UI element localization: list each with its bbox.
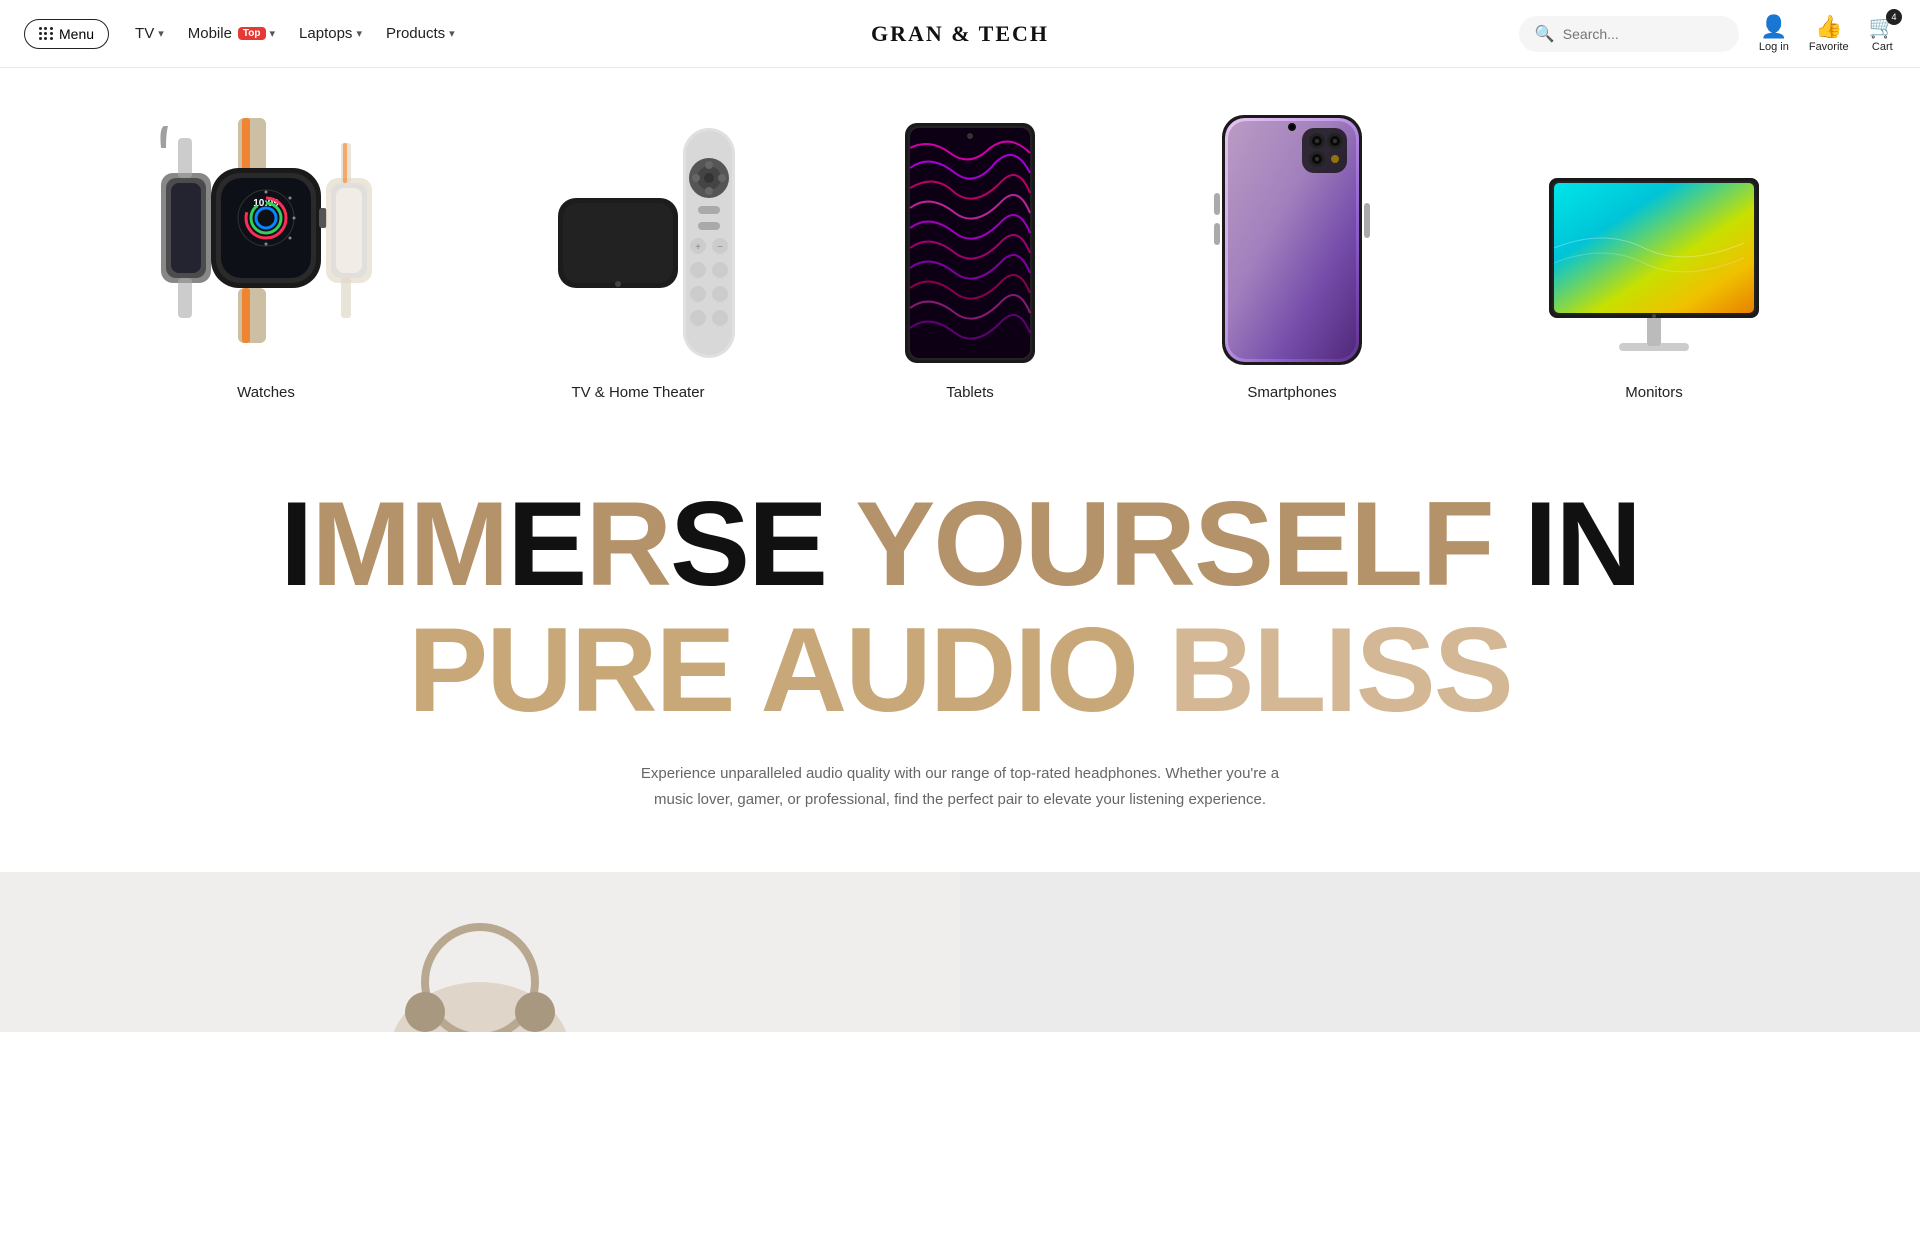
login-button[interactable]: 👤 Log in (1759, 14, 1789, 53)
hero-line2: PURE AUDIO BLISS (40, 607, 1880, 733)
phone-image (1192, 108, 1392, 368)
category-monitors[interactable]: Monitors (1544, 108, 1764, 401)
nav-tv-label: TV (135, 25, 154, 42)
mobile-badge: Top (238, 27, 266, 40)
nav-laptops-label: Laptops (299, 25, 352, 42)
nav-mobile-label: Mobile (188, 25, 232, 42)
search-box[interactable]: 🔍 (1519, 16, 1739, 52)
user-icon: 👤 (1760, 14, 1787, 40)
nav-right: 🔍 👤 Log in 👍 Favorite 🛒 4 Cart (1519, 14, 1896, 53)
category-watches[interactable]: 10:09 (156, 108, 376, 401)
cart-button[interactable]: 🛒 4 Cart (1869, 14, 1896, 53)
brand-logo: Gran & Tech (871, 21, 1049, 47)
chevron-icon: ▾ (158, 27, 164, 40)
watches-label: Watches (237, 384, 295, 401)
category-smartphones[interactable]: Smartphones (1192, 108, 1392, 401)
hero-line1: IMMERSE YOURSELF IN (40, 481, 1880, 607)
hero-description: Experience unparalleled audio quality wi… (640, 761, 1280, 812)
nav-tv[interactable]: TV ▾ (125, 19, 174, 48)
navbar: Menu TV ▾ Mobile Top ▾ Laptops ▾ Product… (0, 0, 1920, 68)
category-tablets[interactable]: Tablets (900, 108, 1040, 401)
chevron-icon: ▾ (270, 27, 276, 40)
nav-products[interactable]: Products ▾ (376, 19, 465, 48)
tv-image: + − (528, 108, 748, 368)
chevron-icon: ▾ (449, 27, 455, 40)
favorite-label: Favorite (1809, 41, 1849, 53)
login-label: Log in (1759, 41, 1789, 53)
tablet-image (900, 108, 1040, 368)
heart-icon: 👍 (1815, 14, 1842, 40)
svg-text:−: − (717, 242, 723, 253)
menu-label: Menu (59, 26, 94, 42)
menu-button[interactable]: Menu (24, 19, 109, 49)
hero-title: IMMERSE YOURSELF IN PURE AUDIO BLISS (40, 481, 1880, 733)
search-input[interactable] (1563, 26, 1723, 42)
svg-text:+: + (695, 242, 701, 253)
bottom-card-right[interactable] (960, 872, 1920, 1032)
bottom-cards (0, 872, 1920, 1032)
favorite-button[interactable]: 👍 Favorite (1809, 14, 1849, 53)
cart-count: 4 (1886, 9, 1902, 25)
tablets-label: Tablets (946, 384, 994, 401)
bottom-card-left[interactable] (0, 872, 960, 1032)
tv-label: TV & Home Theater (571, 384, 704, 401)
nav-products-label: Products (386, 25, 445, 42)
category-tv[interactable]: + − TV & Home Theater (528, 108, 748, 401)
nav-laptops[interactable]: Laptops ▾ (289, 19, 372, 48)
menu-dots-icon (39, 27, 53, 40)
monitor-image (1544, 108, 1764, 368)
nav-links: TV ▾ Mobile Top ▾ Laptops ▾ Products ▾ (125, 19, 465, 48)
watch-image: 10:09 (156, 108, 376, 368)
headphone-preview (380, 902, 580, 1032)
cart-label: Cart (1872, 41, 1893, 53)
nav-mobile[interactable]: Mobile Top ▾ (178, 19, 285, 48)
hero-section: IMMERSE YOURSELF IN PURE AUDIO BLISS Exp… (0, 421, 1920, 832)
smartphones-label: Smartphones (1247, 384, 1336, 401)
monitors-label: Monitors (1625, 384, 1683, 401)
search-icon: 🔍 (1535, 24, 1555, 44)
categories-section: 10:09 (0, 68, 1920, 421)
chevron-icon: ▾ (356, 27, 362, 40)
